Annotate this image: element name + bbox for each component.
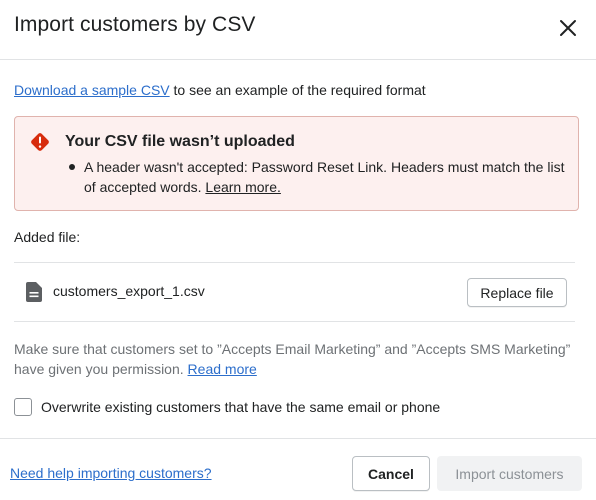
import-customers-button[interactable]: Import customers: [437, 456, 582, 491]
import-customers-modal: Import customers by CSV Download a sampl…: [0, 0, 596, 500]
download-sample-csv-link[interactable]: Download a sample CSV: [14, 82, 170, 98]
cancel-button[interactable]: Cancel: [352, 456, 430, 491]
error-banner: Your CSV file wasn’t uploaded A header w…: [14, 116, 579, 211]
replace-file-button[interactable]: Replace file: [467, 278, 567, 307]
error-list-item: A header wasn't accepted: Password Reset…: [84, 157, 569, 197]
error-list: A header wasn't accepted: Password Reset…: [69, 157, 569, 197]
file-icon: [26, 282, 42, 302]
alert-diamond-icon: [31, 133, 49, 151]
permission-notice: Make sure that customers set to ”Accepts…: [14, 339, 574, 379]
close-button[interactable]: [552, 12, 584, 44]
file-row-bottom-divider: [14, 321, 575, 322]
error-banner-title: Your CSV file wasn’t uploaded: [65, 133, 295, 150]
overwrite-checkbox[interactable]: [14, 398, 32, 416]
close-icon: [560, 20, 576, 36]
added-file-label: Added file:: [14, 229, 81, 245]
overwrite-option[interactable]: Overwrite existing customers that have t…: [14, 396, 440, 418]
help-importing-link[interactable]: Need help importing customers?: [10, 465, 212, 481]
permission-text: Make sure that customers set to ”Accepts…: [14, 341, 571, 377]
file-name: customers_export_1.csv: [53, 283, 205, 299]
learn-more-link[interactable]: Learn more.: [205, 179, 280, 195]
added-file-row: customers_export_1.csv Replace file: [14, 262, 575, 322]
read-more-link[interactable]: Read more: [188, 361, 257, 377]
header-divider: [0, 59, 596, 60]
bullet-dot: [69, 164, 75, 170]
overwrite-checkbox-label[interactable]: Overwrite existing customers that have t…: [41, 399, 440, 415]
footer-divider: [0, 438, 596, 439]
sample-csv-description: to see an example of the required format: [169, 82, 426, 98]
error-message: A header wasn't accepted: Password Reset…: [84, 159, 565, 195]
modal-title: Import customers by CSV: [14, 13, 256, 36]
modal-header: Import customers by CSV: [0, 0, 596, 56]
sample-csv-line: Download a sample CSV to see an example …: [14, 82, 426, 98]
